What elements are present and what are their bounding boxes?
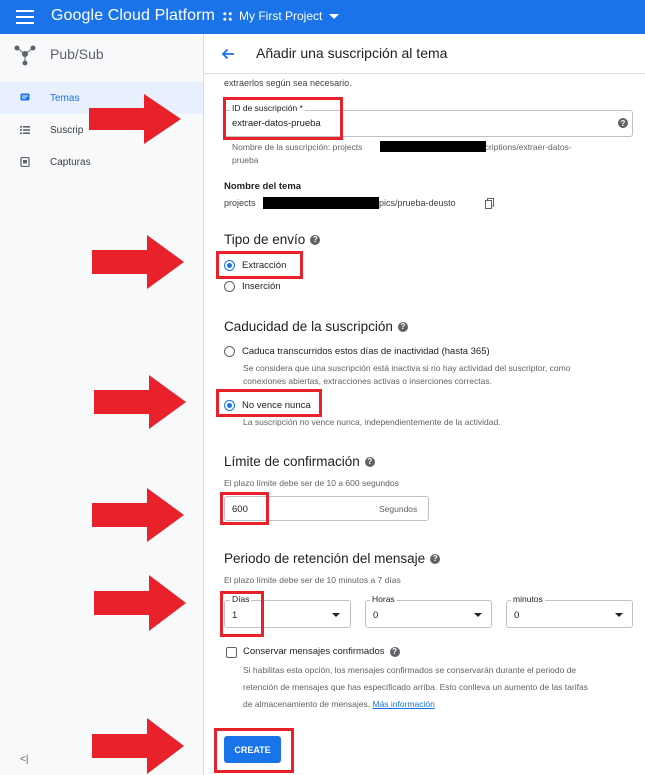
radio-unselected[interactable] (224, 281, 235, 292)
menu-icon[interactable] (16, 10, 34, 24)
retain-acked-hint: Si habilitas esta opción, los mensajes c… (243, 662, 643, 713)
annotation-arrow-icon (94, 575, 186, 631)
expiry-title: Caducidad de la suscripción? (224, 319, 408, 334)
sidebar-item-label: Temas (50, 92, 80, 104)
hint-end: prueba (232, 155, 259, 165)
hint-line: retención de mensajes que has especifica… (243, 682, 588, 692)
delivery-type-title: Tipo de envío? (224, 232, 321, 247)
help-icon[interactable]: ? (364, 456, 375, 467)
learn-more-link[interactable]: Más información (372, 699, 434, 709)
section-title-text: Tipo de envío (224, 232, 306, 247)
help-icon[interactable]: ? (397, 321, 408, 332)
collapse-sidebar-button[interactable]: <| (20, 754, 28, 765)
annotation-highlight (220, 492, 269, 525)
list-icon (20, 126, 30, 134)
annotation-arrow-icon (94, 375, 186, 429)
radio-label: Caduca transcurridos estos días de inact… (242, 346, 490, 357)
hours-value: 0 (373, 610, 379, 621)
back-arrow-icon[interactable] (220, 46, 236, 62)
hours-label: Horas (370, 594, 397, 604)
hint-line: conexiones abiertas, extracciones activa… (243, 376, 492, 386)
chevron-down-icon (332, 613, 340, 617)
topic-suffix: topics/prueba-deusto (371, 198, 456, 208)
retain-acked-row: Conservar mensajes confirmados? (243, 646, 400, 657)
help-icon[interactable]: ? (389, 646, 400, 657)
hint-line: Se considera que una suscripción está in… (243, 363, 571, 373)
retention-hours-select[interactable] (365, 600, 492, 628)
annotation-arrow-icon (92, 488, 184, 542)
page-header: Añadir una suscripción al tema (204, 34, 645, 74)
chevron-down-icon (615, 613, 623, 617)
retention-title: Periodo de retención del mensaje? (224, 551, 441, 566)
brand-title[interactable]: Google Cloud Platform (51, 7, 215, 25)
ack-deadline-suffix: Segundos (379, 504, 418, 514)
intro-text: extraerlos según sea necesario. (224, 78, 352, 88)
radio-label: Inserción (242, 281, 281, 292)
chevron-down-icon (329, 13, 340, 19)
help-icon[interactable]: ? (618, 118, 628, 128)
page-title: Añadir una suscripción al tema (256, 45, 448, 61)
retention-minutes-select[interactable] (506, 600, 633, 628)
annotation-highlight (214, 728, 294, 773)
hint-prefix: Nombre de la suscripción: projects (232, 142, 363, 152)
project-name: My First Project (239, 9, 323, 23)
checkbox-label: Conservar mensajes confirmados (243, 646, 385, 657)
hint-line: Si habilitas esta opción, los mensajes c… (243, 665, 577, 675)
snapshot-icon (20, 157, 30, 167)
annotation-highlight (216, 389, 322, 417)
chevron-down-icon (474, 613, 482, 617)
radio-expire[interactable]: Caduca transcurridos estos días de inact… (224, 346, 490, 357)
annotation-arrow-icon (89, 94, 181, 144)
redaction-bar (263, 197, 379, 209)
redaction-bar (380, 141, 486, 152)
expire-hint: Se considera que una suscripción está in… (243, 362, 643, 388)
project-hexagon-icon (223, 11, 232, 21)
section-title-text: Límite de confirmación (224, 454, 360, 469)
section-title-text: Caducidad de la suscripción (224, 319, 393, 334)
topic-prefix: projects (224, 198, 256, 208)
message-icon (20, 93, 30, 101)
radio-unselected[interactable] (224, 346, 235, 357)
minutes-value: 0 (514, 610, 520, 621)
copy-icon[interactable] (485, 198, 494, 209)
sidebar-item-label: Capturas (50, 156, 91, 168)
topic-name-label: Nombre del tema (224, 181, 302, 192)
retain-acked-checkbox[interactable] (226, 647, 237, 658)
top-app-bar: Google Cloud Platform My First Project (0, 0, 645, 34)
annotation-arrow-icon (92, 235, 184, 289)
never-expire-hint: La suscripción no vence nunca, independi… (243, 417, 501, 427)
annotation-highlight (216, 251, 303, 279)
pubsub-icon (14, 45, 36, 66)
minutes-label: minutos (511, 594, 545, 604)
hint-line: de almacenamiento de mensajes. (243, 699, 371, 709)
annotation-highlight (223, 97, 343, 140)
help-icon[interactable]: ? (430, 553, 441, 564)
annotation-arrow-icon (92, 718, 184, 774)
help-icon[interactable]: ? (310, 234, 321, 245)
project-selector[interactable]: My First Project (222, 9, 340, 23)
section-title-text: Periodo de retención del mensaje (224, 551, 426, 566)
retention-hint: El plazo límite debe ser de 10 minutos a… (224, 575, 401, 585)
sidebar-header: Pub/Sub (0, 34, 203, 74)
form-content: extraerlos según sea necesario. ID de su… (204, 74, 645, 775)
sidebar-title: Pub/Sub (50, 46, 104, 62)
radio-push[interactable]: Inserción (224, 281, 281, 292)
sidebar-item-capturas[interactable]: Capturas (0, 146, 203, 178)
screen: Google Cloud Platform My First Project P… (0, 0, 645, 775)
sidebar-item-label: Suscrip (50, 124, 84, 136)
annotation-highlight (220, 591, 264, 637)
ack-hint: El plazo límite debe ser de 10 a 600 seg… (224, 478, 399, 488)
ack-deadline-title: Límite de confirmación? (224, 454, 375, 469)
